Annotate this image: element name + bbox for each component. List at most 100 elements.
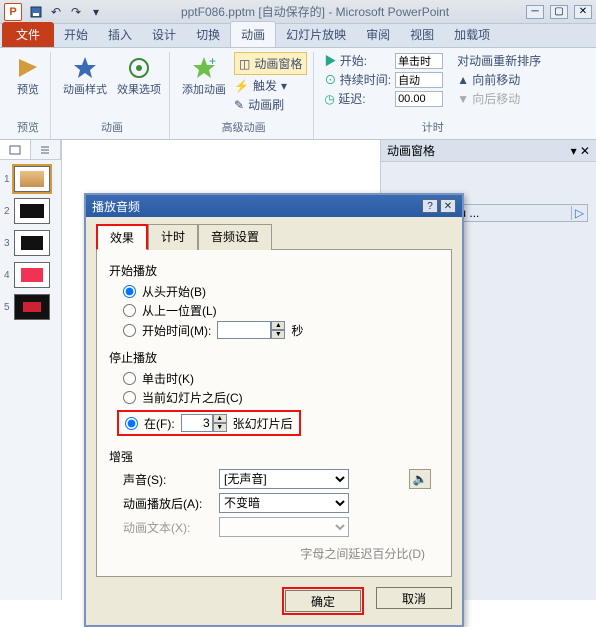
sound-label: 声音(S): xyxy=(123,471,213,488)
add-star-icon: + xyxy=(190,54,218,82)
tab-design[interactable]: 设计 xyxy=(142,22,186,47)
close-button[interactable]: ✕ xyxy=(574,5,592,19)
tab-timing[interactable]: 计时 xyxy=(148,224,198,250)
spin-up-2[interactable]: ▲ xyxy=(213,414,227,423)
animation-painter-button[interactable]: ✎ 动画刷 xyxy=(234,96,307,113)
anim-pane-title: 动画窗格 xyxy=(387,142,435,159)
anim-style-button[interactable]: 动画样式 xyxy=(61,52,109,98)
animation-pane-button[interactable]: ◫ 动画窗格 xyxy=(234,52,307,75)
ribbon-tabs: 文件 开始 插入 设计 切换 动画 幻灯片放映 审阅 视图 加载项 xyxy=(0,24,596,48)
tab-insert[interactable]: 插入 xyxy=(98,22,142,47)
duration-input[interactable] xyxy=(395,72,443,88)
radio-start-time[interactable] xyxy=(123,324,136,337)
play-icon[interactable]: ▷ xyxy=(571,206,587,220)
sound-select[interactable]: [无声音] xyxy=(219,469,349,489)
trigger-button[interactable]: ⚡ 触发 ▾ xyxy=(234,77,307,94)
move-earlier-button[interactable]: ▲ 向前移动 xyxy=(457,71,541,88)
lightning-icon: ⚡ xyxy=(234,79,249,93)
dialog-titlebar[interactable]: 播放音频 ? ✕ xyxy=(86,195,462,217)
radio-from-last[interactable] xyxy=(123,304,136,317)
save-icon[interactable] xyxy=(28,4,44,20)
outline-tab[interactable] xyxy=(31,140,62,159)
tab-animation[interactable]: 动画 xyxy=(230,21,276,47)
group-label-preview: 预览 xyxy=(17,119,39,137)
effect-options-button[interactable]: 效果选项 xyxy=(115,52,163,98)
text-anim-select xyxy=(219,517,349,537)
start-input[interactable] xyxy=(395,53,443,69)
effect-icon xyxy=(125,54,153,82)
slide-thumb-4[interactable] xyxy=(14,262,50,288)
delay-label: ◷ 延迟: xyxy=(324,90,391,107)
move-later-button[interactable]: ▼ 向后移动 xyxy=(457,90,541,107)
radio-after-current[interactable] xyxy=(123,391,136,404)
radio-after-slides[interactable] xyxy=(125,417,138,430)
dialog-help-button[interactable]: ? xyxy=(422,199,438,213)
ribbon-group-advanced: + 添加动画 ◫ 动画窗格 ⚡ 触发 ▾ ✎ 动画刷 高级动画 xyxy=(174,52,314,139)
delay-input[interactable] xyxy=(395,91,443,107)
reorder-title: 对动画重新排序 xyxy=(457,52,541,69)
radio-from-start[interactable] xyxy=(123,285,136,298)
tab-home[interactable]: 开始 xyxy=(54,22,98,47)
pane-icon: ◫ xyxy=(239,57,250,71)
spin-down[interactable]: ▼ xyxy=(271,330,285,339)
anim-pane-dropdown-icon[interactable]: ▾ ✕ xyxy=(571,144,590,158)
svg-text:+: + xyxy=(209,55,216,68)
after-anim-select[interactable]: 不变暗 xyxy=(219,493,349,513)
after-slides-highlight: 在(F): ▲▼ 张幻灯片后 xyxy=(117,410,301,436)
slide-thumbnails: 1 2 3 4 5 xyxy=(0,160,61,326)
cancel-button[interactable]: 取消 xyxy=(376,587,452,609)
ribbon-group-timing: ▶ 开始: ⊙ 持续时间: ◷ 延迟: 对动画重新排序 ▲ 向前移动 ▼ 向后移… xyxy=(318,52,547,139)
tab-addins[interactable]: 加载项 xyxy=(444,22,500,47)
after-anim-label: 动画播放后(A): xyxy=(123,495,213,512)
minimize-button[interactable]: ─ xyxy=(526,5,544,19)
start-label: ▶ 开始: xyxy=(324,52,391,69)
slide-panel: 1 2 3 4 5 xyxy=(0,140,62,600)
quick-access-toolbar: ↶ ↷ ▾ xyxy=(28,4,104,20)
letter-delay-label: 字母之间延迟百分比(D) xyxy=(109,545,425,562)
duration-label: ⊙ 持续时间: xyxy=(324,71,391,88)
play-audio-dialog: 播放音频 ? ✕ 效果 计时 音频设置 开始播放 从头开始(B) 从上一位置(L… xyxy=(84,193,464,627)
start-time-input[interactable] xyxy=(217,321,271,339)
group-label-animation: 动画 xyxy=(101,119,123,137)
preview-icon xyxy=(14,54,42,82)
after-slides-input[interactable] xyxy=(181,414,213,432)
dialog-panel: 开始播放 从头开始(B) 从上一位置(L) 开始时间(M): ▲▼ 秒 停止播放… xyxy=(96,249,452,577)
tab-slideshow[interactable]: 幻灯片放映 xyxy=(276,22,356,47)
slides-tab[interactable] xyxy=(0,140,31,159)
preview-button[interactable]: 预览 xyxy=(12,52,44,98)
tab-review[interactable]: 审阅 xyxy=(356,22,400,47)
radio-on-click[interactable] xyxy=(123,372,136,385)
dialog-title: 播放音频 xyxy=(92,198,140,215)
undo-icon[interactable]: ↶ xyxy=(48,4,64,20)
app-icon: P xyxy=(4,3,22,21)
slide-thumb-1[interactable] xyxy=(14,166,50,192)
ribbon-group-preview: 预览 预览 xyxy=(6,52,51,139)
qat-dropdown-icon[interactable]: ▾ xyxy=(88,4,104,20)
tab-effect[interactable]: 效果 xyxy=(96,224,148,250)
slide-thumb-2[interactable] xyxy=(14,198,50,224)
dialog-tabs: 效果 计时 音频设置 xyxy=(96,223,452,249)
tab-transition[interactable]: 切换 xyxy=(186,22,230,47)
speaker-icon[interactable]: 🔈 xyxy=(409,469,431,489)
ribbon-group-animation: 动画样式 效果选项 动画 xyxy=(55,52,170,139)
slide-thumb-3[interactable] xyxy=(14,230,50,256)
start-playback-label: 开始播放 xyxy=(109,262,439,279)
dialog-close-button[interactable]: ✕ xyxy=(440,199,456,213)
window-titlebar: P ↶ ↷ ▾ pptF086.pptm [自动保存的] - Microsoft… xyxy=(0,0,596,24)
enhance-label: 增强 xyxy=(109,448,439,465)
star-icon xyxy=(71,54,99,82)
window-controls: ─ ▢ ✕ xyxy=(526,5,592,19)
spin-up[interactable]: ▲ xyxy=(271,321,285,330)
ok-button[interactable]: 确定 xyxy=(285,590,361,612)
add-animation-button[interactable]: + 添加动画 xyxy=(180,52,228,98)
tab-view[interactable]: 视图 xyxy=(400,22,444,47)
tab-audio-settings[interactable]: 音频设置 xyxy=(198,224,272,250)
redo-icon[interactable]: ↷ xyxy=(68,4,84,20)
spin-down-2[interactable]: ▼ xyxy=(213,423,227,432)
anim-pane-header: 动画窗格 ▾ ✕ xyxy=(381,140,596,162)
restore-button[interactable]: ▢ xyxy=(550,5,568,19)
group-label-advanced: 高级动画 xyxy=(222,119,266,137)
file-tab[interactable]: 文件 xyxy=(2,22,54,47)
slide-thumb-5[interactable] xyxy=(14,294,50,320)
ribbon: 预览 预览 动画样式 效果选项 动画 + 添加动画 ◫ xyxy=(0,48,596,140)
